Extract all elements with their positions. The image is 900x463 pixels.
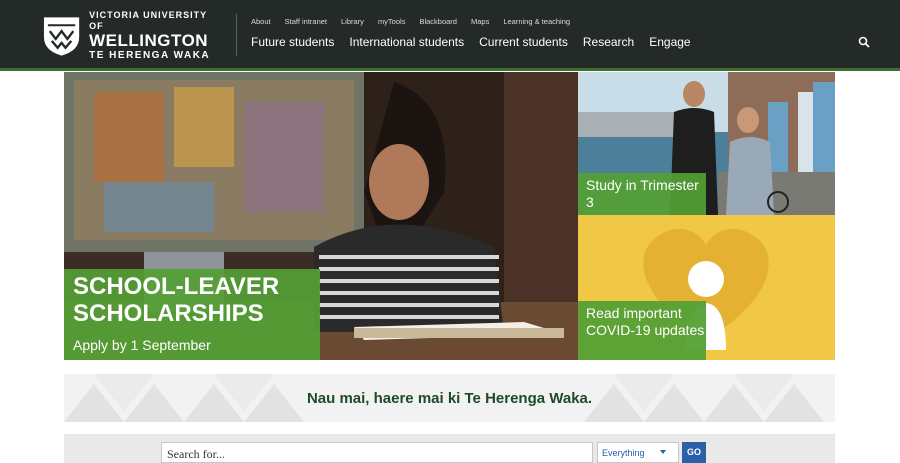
chevron-down-icon[interactable] xyxy=(660,450,666,454)
hero-subtitle: Apply by 1 September xyxy=(73,337,211,353)
trimester-label: Study in Trimester 3 xyxy=(586,177,699,210)
logo-wordmark: VICTORIA UNIVERSITY OF WELLINGTON TE HER… xyxy=(89,10,222,62)
search-icon[interactable] xyxy=(858,36,870,48)
util-link-maps[interactable]: Maps xyxy=(471,17,489,26)
university-logo[interactable]: VICTORIA UNIVERSITY OF WELLINGTON TE HER… xyxy=(42,10,222,61)
covid-caption[interactable]: Read important COVID-19 updates xyxy=(578,301,706,360)
hero-caption[interactable]: SCHOOL-LEAVER SCHOLARSHIPS Apply by 1 Se… xyxy=(64,269,320,360)
util-link-about[interactable]: About xyxy=(251,17,271,26)
util-link-mytools[interactable]: myTools xyxy=(378,17,406,26)
hero-title: SCHOOL-LEAVER SCHOLARSHIPS xyxy=(73,273,280,327)
nav-current-students[interactable]: Current students xyxy=(479,35,568,49)
util-link-staff-intranet[interactable]: Staff intranet xyxy=(285,17,327,26)
covid-label: Read important COVID-19 updates xyxy=(586,305,705,338)
util-link-blackboard[interactable]: Blackboard xyxy=(419,17,457,26)
util-link-learning-teaching[interactable]: Learning & teaching xyxy=(503,17,570,26)
search-scope-select[interactable]: Everything xyxy=(597,442,679,463)
crest-icon xyxy=(43,17,80,56)
site-search-input[interactable]: Search for... xyxy=(161,442,593,463)
utility-nav: About Staff intranet Library myTools Bla… xyxy=(251,17,570,26)
nav-research[interactable]: Research xyxy=(583,35,634,49)
nav-engage[interactable]: Engage xyxy=(649,35,690,49)
logo-line3: TE HERENGA WAKA xyxy=(89,50,211,61)
header-divider xyxy=(236,14,237,56)
nav-international-students[interactable]: International students xyxy=(349,35,464,49)
header-accent-line xyxy=(0,68,900,71)
site-header: VICTORIA UNIVERSITY OF WELLINGTON TE HER… xyxy=(0,0,900,68)
nav-future-students[interactable]: Future students xyxy=(251,35,334,49)
logo-line2: WELLINGTON xyxy=(89,31,209,50)
welcome-banner: Nau mai, haere mai ki Te Herenga Waka. xyxy=(64,374,835,422)
logo-line1: VICTORIA UNIVERSITY OF xyxy=(89,10,207,31)
search-go-button[interactable]: GO xyxy=(682,442,706,463)
util-link-library[interactable]: Library xyxy=(341,17,364,26)
welcome-message: Nau mai, haere mai ki Te Herenga Waka. xyxy=(306,390,593,407)
trimester-caption[interactable]: Study in Trimester 3 xyxy=(578,173,706,215)
main-nav: Future students International students C… xyxy=(251,35,691,49)
